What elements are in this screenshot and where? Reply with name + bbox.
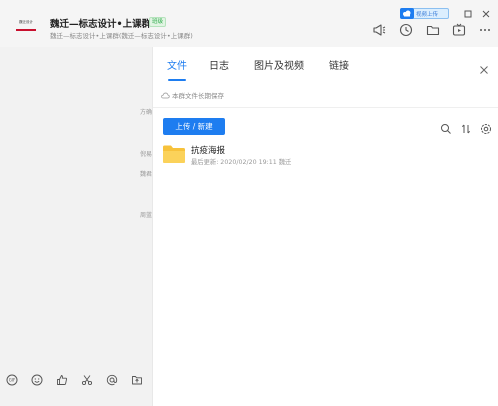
divider	[153, 107, 498, 108]
message-snippet: 魏君	[139, 171, 152, 178]
send-file-folder-icon[interactable]	[131, 371, 143, 385]
svg-text:GIF: GIF	[9, 378, 16, 383]
folder-icon	[163, 145, 185, 163]
live-video-icon[interactable]	[452, 22, 466, 36]
gif-icon[interactable]: GIF	[6, 371, 18, 386]
file-list-item[interactable]: 抗疫海报 最后更新: 2020/02/20 19:11 魏迁	[163, 143, 483, 171]
group-files-folder-icon[interactable]	[426, 22, 440, 36]
chat-input-toolbar: GIF	[0, 365, 152, 393]
tab-photos-videos[interactable]: 图片及视频	[254, 57, 304, 72]
close-panel-icon[interactable]	[479, 60, 489, 74]
group-name[interactable]: 魏迁—标志设计•上课群	[50, 16, 151, 30]
settings-gear-icon[interactable]	[480, 120, 492, 134]
upload-tag-label: 视频上传	[416, 12, 439, 18]
group-files-panel: 文件 日志 图片及视频 链接 本群文件长期保存 上传 / 新建 抗疫海报 最后更…	[152, 47, 498, 406]
active-tab-indicator	[168, 79, 186, 81]
chat-header: 魏迁设计 魏迁—标志设计•上课群 班级 魏迁—标志设计•上课群(魏迁—标志设计•…	[0, 0, 498, 47]
logo-text: 魏迁设计	[19, 20, 33, 24]
logo-bar	[16, 29, 36, 31]
announcement-icon[interactable]	[372, 22, 386, 36]
panel-tabs: 文件 日志 图片及视频 链接	[153, 47, 498, 82]
search-icon[interactable]	[440, 120, 452, 134]
tab-links[interactable]: 链接	[329, 57, 349, 72]
close-window-icon[interactable]	[481, 4, 491, 18]
maximize-icon[interactable]	[463, 4, 473, 18]
storage-note: 本群文件长期保存	[161, 90, 224, 101]
tab-log[interactable]: 日志	[209, 57, 229, 72]
tab-files[interactable]: 文件	[167, 57, 187, 72]
cloud-icon	[161, 92, 170, 101]
upload-new-button[interactable]: 上传 / 新建	[163, 118, 225, 135]
group-subtitle: 魏迁—标志设计•上课群(魏迁—标志设计•上课群)	[50, 32, 193, 40]
history-clock-icon[interactable]	[399, 22, 413, 37]
storage-note-text: 本群文件长期保存	[172, 92, 224, 100]
more-options-icon[interactable]	[478, 22, 492, 36]
scissors-screenshot-icon[interactable]	[81, 371, 93, 386]
video-upload-tag[interactable]: 视频上传	[400, 8, 449, 19]
message-snippet: 倪易	[139, 151, 152, 158]
emoji-icon[interactable]	[31, 371, 43, 386]
upload-cloud-icon	[400, 8, 414, 19]
file-meta: 最后更新: 2020/02/20 19:11 魏迁	[191, 159, 292, 166]
chat-message-area[interactable]: 方确 倪易 魏君 周蓝	[0, 47, 152, 406]
group-type-badge: 班级	[149, 17, 167, 27]
message-snippet: 周蓝	[139, 212, 152, 219]
thumbs-up-icon[interactable]	[56, 371, 68, 385]
sort-icon[interactable]	[460, 120, 472, 134]
at-mention-icon[interactable]	[106, 371, 118, 386]
group-avatar[interactable]: 魏迁设计	[14, 18, 38, 34]
file-name: 抗疫海报	[191, 146, 226, 156]
message-snippet: 方确	[139, 109, 152, 116]
